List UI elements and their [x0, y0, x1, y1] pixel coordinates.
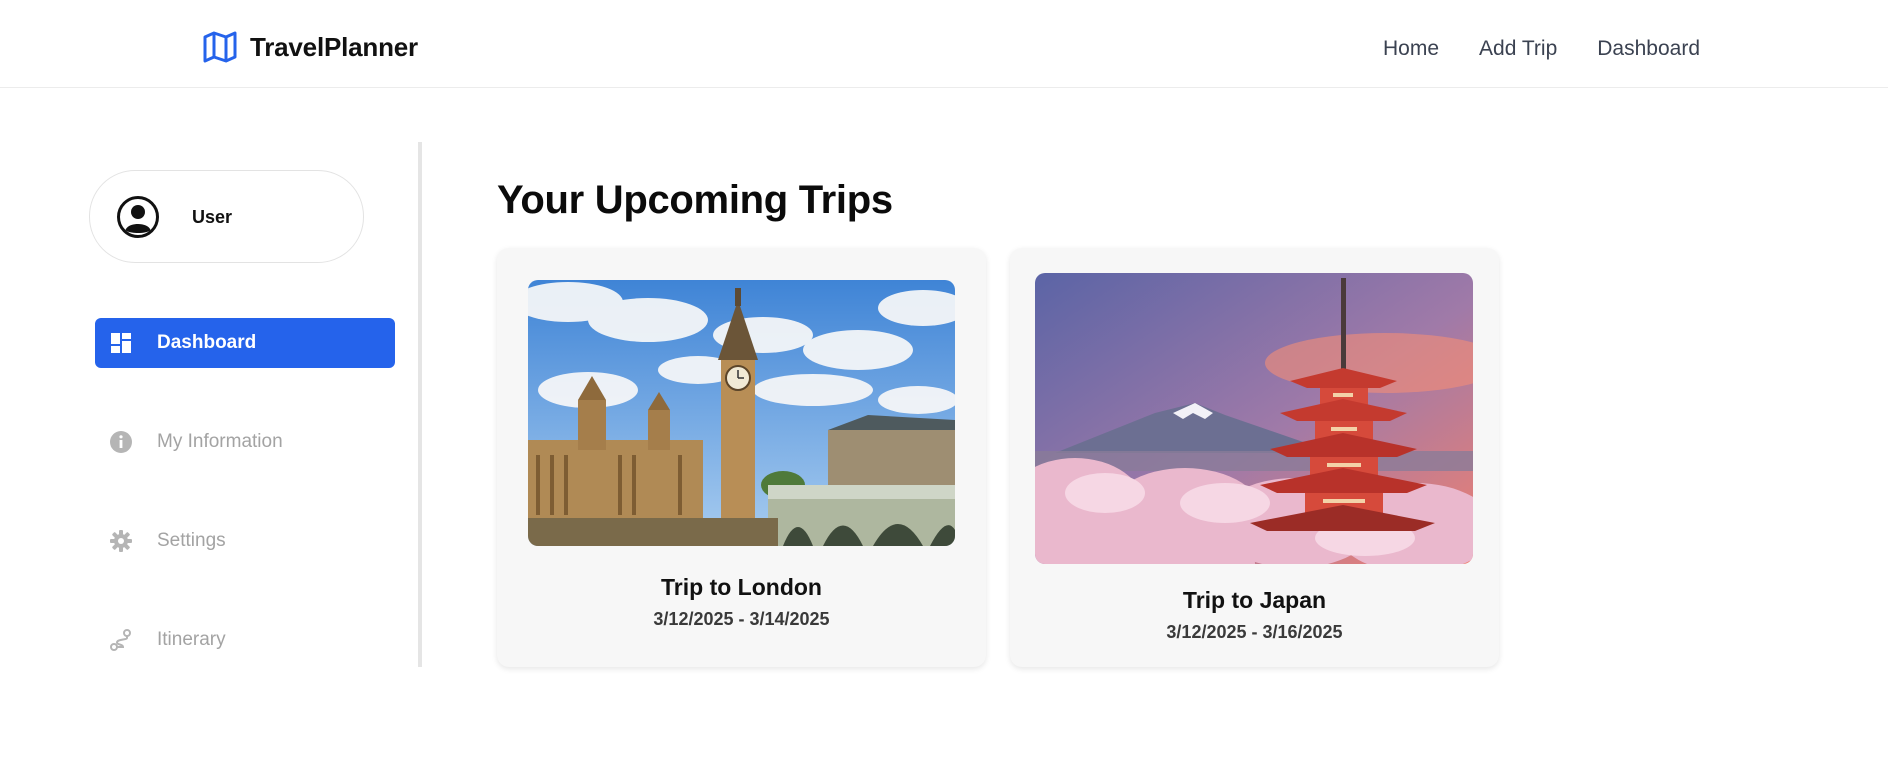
sidebar-item-label: Settings: [157, 530, 226, 551]
japan-photo: [1035, 273, 1473, 564]
route-icon: [110, 629, 131, 651]
trip-dates: 3/12/2025 - 3/16/2025: [1166, 622, 1343, 642]
sidebar-item-dashboard[interactable]: Dashboard: [95, 318, 395, 368]
sidebar-item-label: My Information: [157, 431, 283, 452]
page-title: Your Upcoming Trips: [497, 178, 893, 222]
user-name: User: [192, 207, 233, 227]
trip-card-japan[interactable]: Trip to Japan 3/12/2025 - 3/16/2025: [1010, 248, 1499, 667]
trip-title: Trip to London: [661, 574, 822, 600]
sidebar-item-my-information[interactable]: My Information: [95, 417, 395, 467]
sidebar-item-label: Dashboard: [157, 332, 257, 353]
japan-photo-illustration: [1035, 273, 1473, 564]
nav-link-dashboard[interactable]: Dashboard: [1597, 37, 1700, 61]
nav-link-add-trip[interactable]: Add Trip: [1479, 37, 1557, 61]
main-nav: Home Add Trip Dashboard: [1383, 37, 1700, 61]
brand-logo[interactable]: TravelPlanner: [202, 30, 418, 64]
brand-name: TravelPlanner: [250, 31, 418, 62]
gear-icon: [110, 530, 132, 552]
top-navbar: TravelPlanner Home Add Trip Dashboard: [0, 0, 1888, 88]
sidebar-item-itinerary[interactable]: Itinerary: [95, 615, 395, 665]
nav-link-home[interactable]: Home: [1383, 37, 1439, 61]
trip-card-london[interactable]: Trip to London 3/12/2025 - 3/14/2025: [497, 248, 986, 667]
sidebar-item-label: Itinerary: [157, 629, 226, 650]
dashboard-icon: [111, 333, 131, 353]
london-photo-illustration: [528, 280, 955, 546]
london-photo: [528, 280, 955, 546]
sidebar-divider: [418, 142, 422, 667]
info-icon: [110, 431, 132, 453]
sidebar-item-settings[interactable]: Settings: [95, 516, 395, 566]
map-icon: [203, 31, 237, 63]
main-content: Your Upcoming Trips Trip to London 3/12/…: [497, 88, 1499, 758]
user-circle-icon: [117, 196, 159, 238]
user-profile-card[interactable]: User: [89, 170, 364, 263]
trip-dates: 3/12/2025 - 3/14/2025: [653, 609, 830, 629]
trip-title: Trip to Japan: [1182, 587, 1327, 613]
